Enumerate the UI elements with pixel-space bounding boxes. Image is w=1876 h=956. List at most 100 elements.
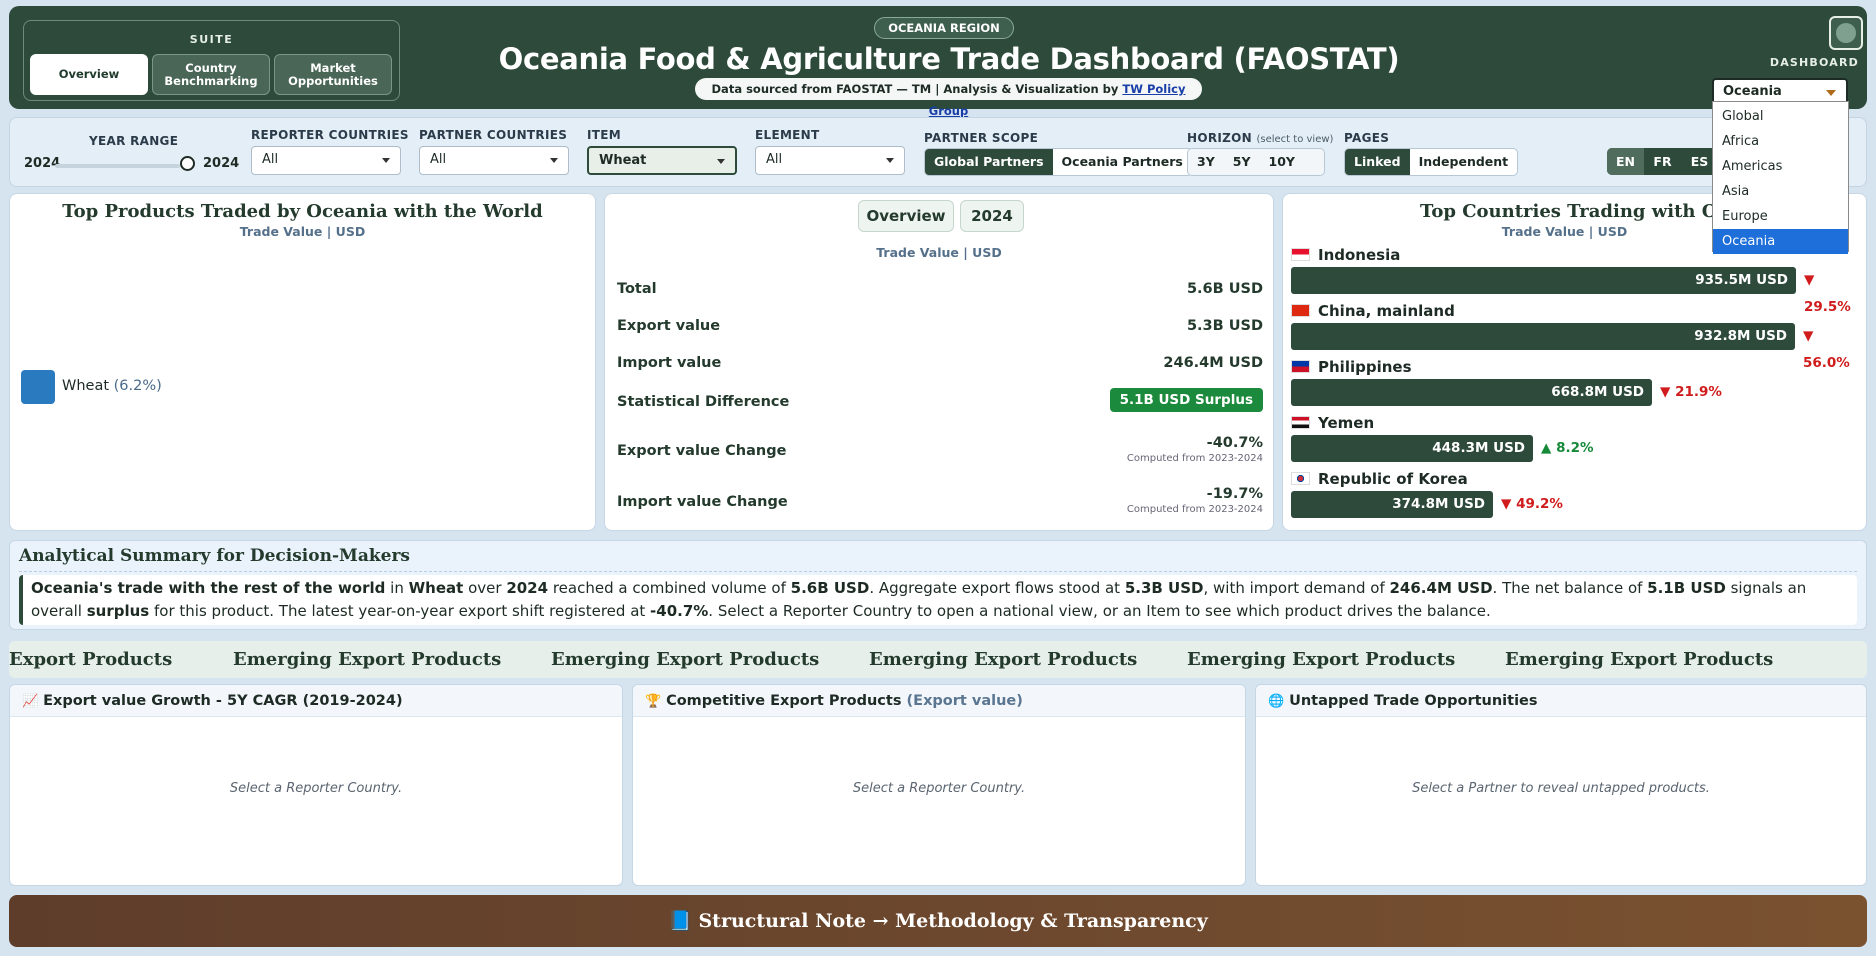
partner-label: PARTNER COUNTRIES	[419, 128, 568, 142]
dashboard-option-americas[interactable]: Americas	[1713, 154, 1848, 179]
lang-fr-button[interactable]: FR	[1644, 148, 1681, 175]
summary-fragment: reached a combined volume of	[548, 579, 791, 597]
horizon-label-text: HORIZON	[1187, 131, 1252, 145]
legend-item-label: Wheat	[62, 378, 110, 394]
chevron-down-icon	[717, 159, 725, 164]
summary-fragment: 5.6B USD	[790, 579, 870, 597]
flag-icon	[1291, 248, 1310, 261]
metric-label: Import value Change	[617, 494, 788, 510]
metric-label: Total	[617, 281, 657, 297]
source-credit: Data sourced from FAOSTAT — TM | Analysi…	[695, 78, 1202, 118]
dashboard-option-global[interactable]: Global	[1713, 104, 1848, 129]
reporter-value: All	[262, 152, 279, 167]
metric-value: 5.3B USD	[1186, 318, 1263, 334]
ticker-item: Emerging Export Products	[1187, 649, 1456, 670]
country-name: Yemen	[1318, 414, 1375, 432]
cagr-panel-title: Export value Growth - 5Y CAGR (2019-2024…	[43, 693, 403, 709]
dashboard-dropdown-menu: Global Africa Americas Asia Europe Ocean…	[1712, 101, 1849, 254]
competitive-panel-title: Competitive Export Products	[666, 693, 902, 709]
metric-label: Statistical Difference	[617, 394, 790, 410]
logo-emblem-icon	[1836, 23, 1856, 43]
methodology-button[interactable]: 📘 Structural Note → Methodology & Transp…	[9, 895, 1867, 947]
section-ticker: Export Products Emerging Export Products…	[9, 641, 1867, 678]
ticker-item: Emerging Export Products	[551, 649, 820, 670]
top-products-subtitle: Trade Value | USD	[239, 224, 366, 239]
brand-logo[interactable]	[1829, 16, 1863, 50]
tab-country-benchmarking[interactable]: Country Benchmarking	[152, 54, 270, 95]
horizon-10y-button[interactable]: 10Y	[1260, 149, 1304, 175]
chevron-down-icon	[550, 158, 558, 163]
metric-value: 5.6B USD	[1186, 281, 1263, 297]
ticker-item: Emerging Export Products	[1505, 649, 1774, 670]
metric-label: Import value	[617, 355, 722, 371]
untapped-panel-header: 🌐 Untapped Trade Opportunities	[1256, 685, 1866, 717]
filter-bar: YEAR RANGE 2024 2024 REPORTER COUNTRIES …	[9, 117, 1867, 187]
country-change: ▲ 8.2%	[1541, 440, 1594, 456]
horizon-5y-button[interactable]: 5Y	[1224, 149, 1260, 175]
chevron-down-icon	[886, 158, 894, 163]
lang-en-button[interactable]: EN	[1607, 148, 1644, 175]
dashboard-selected-value: Oceania	[1723, 84, 1782, 99]
summary-fragment: 5.1B USD	[1647, 579, 1726, 597]
pages-independent-button[interactable]: Independent	[1410, 149, 1518, 175]
tab-overview[interactable]: Overview	[30, 54, 148, 95]
scope-oceania-button[interactable]: Oceania Partners	[1053, 149, 1192, 175]
metric-label: Export value	[617, 318, 721, 334]
country-value-bar: 668.8M USD	[1291, 379, 1652, 406]
element-label: ELEMENT	[755, 128, 820, 142]
competitive-empty-message: Select a Reporter Country.	[852, 781, 1026, 796]
summary-fragment: for this product. The latest year-on-yea…	[149, 602, 651, 620]
top-products-panel: Top Products Traded by Oceania with the …	[9, 193, 596, 531]
metric-row-export: Export value 5.3B USD	[617, 318, 1263, 334]
summary-fragment: in	[385, 579, 409, 597]
year-slider-handle[interactable]	[180, 156, 195, 171]
summary-fragment: , with import demand of	[1203, 579, 1390, 597]
element-value: All	[766, 152, 783, 167]
overview-panel: Overview 2024 Trade Value | USD Total 5.…	[604, 193, 1274, 531]
pages-label: PAGES	[1344, 131, 1390, 145]
dashboard-label: DASHBOARD	[1769, 56, 1859, 69]
summary-fragment: Wheat	[408, 579, 464, 597]
summary-divider	[19, 571, 1857, 572]
partner-scope-label: PARTNER SCOPE	[924, 131, 1039, 145]
country-name: China, mainland	[1318, 302, 1455, 320]
year-range-slider[interactable]	[55, 164, 180, 168]
partner-value: All	[430, 152, 447, 167]
summary-fragment: -40.7%	[650, 602, 709, 620]
partner-select[interactable]: All	[419, 146, 569, 175]
element-select[interactable]: All	[755, 146, 905, 175]
legend-item-wheat[interactable]: Wheat (6.2%)	[62, 378, 162, 394]
horizon-3y-button[interactable]: 3Y	[1188, 149, 1224, 175]
trophy-icon: 🏆	[645, 694, 662, 709]
dashboard-option-oceania[interactable]: Oceania	[1713, 229, 1848, 254]
reporter-label: REPORTER COUNTRIES	[251, 128, 409, 142]
suite-nav: SUITE Overview Country Benchmarking Mark…	[23, 20, 400, 101]
year-tab[interactable]: 2024	[960, 200, 1024, 232]
language-switcher: EN FR ES	[1607, 148, 1718, 175]
dashboard-option-africa[interactable]: Africa	[1713, 129, 1848, 154]
reporter-select[interactable]: All	[251, 146, 401, 175]
dashboard-option-europe[interactable]: Europe	[1713, 204, 1848, 229]
scope-global-button[interactable]: Global Partners	[925, 149, 1053, 175]
item-select[interactable]: Wheat	[587, 146, 737, 175]
surplus-badge: 5.1B USD Surplus	[1109, 388, 1263, 412]
summary-fragment: . The net balance of	[1492, 579, 1648, 597]
item-label: ITEM	[587, 128, 621, 142]
competitive-panel: 🏆 Competitive Export Products (Export va…	[632, 684, 1246, 886]
country-value-bar: 448.3M USD	[1291, 435, 1533, 462]
pages-linked-button[interactable]: Linked	[1345, 149, 1410, 175]
chart-up-icon: 📈	[22, 694, 39, 709]
metric-row-total: Total 5.6B USD	[617, 281, 1263, 297]
country-change: ▼ 29.5%	[1804, 272, 1851, 315]
country-change: ▼ 56.0%	[1803, 328, 1850, 371]
overview-tab[interactable]: Overview	[858, 200, 954, 232]
tab-market-opportunities[interactable]: Market Opportunities	[274, 54, 392, 95]
year-to: 2024	[203, 156, 240, 171]
flag-icon	[1291, 472, 1310, 485]
summary-fragment: surplus	[86, 602, 150, 620]
horizon-label: HORIZON (select to view)	[1187, 131, 1333, 145]
flag-icon	[1291, 416, 1310, 429]
source-text: Data sourced from FAOSTAT — TM | Analysi…	[711, 82, 1119, 96]
item-value: Wheat	[599, 153, 647, 168]
dashboard-option-asia[interactable]: Asia	[1713, 179, 1848, 204]
